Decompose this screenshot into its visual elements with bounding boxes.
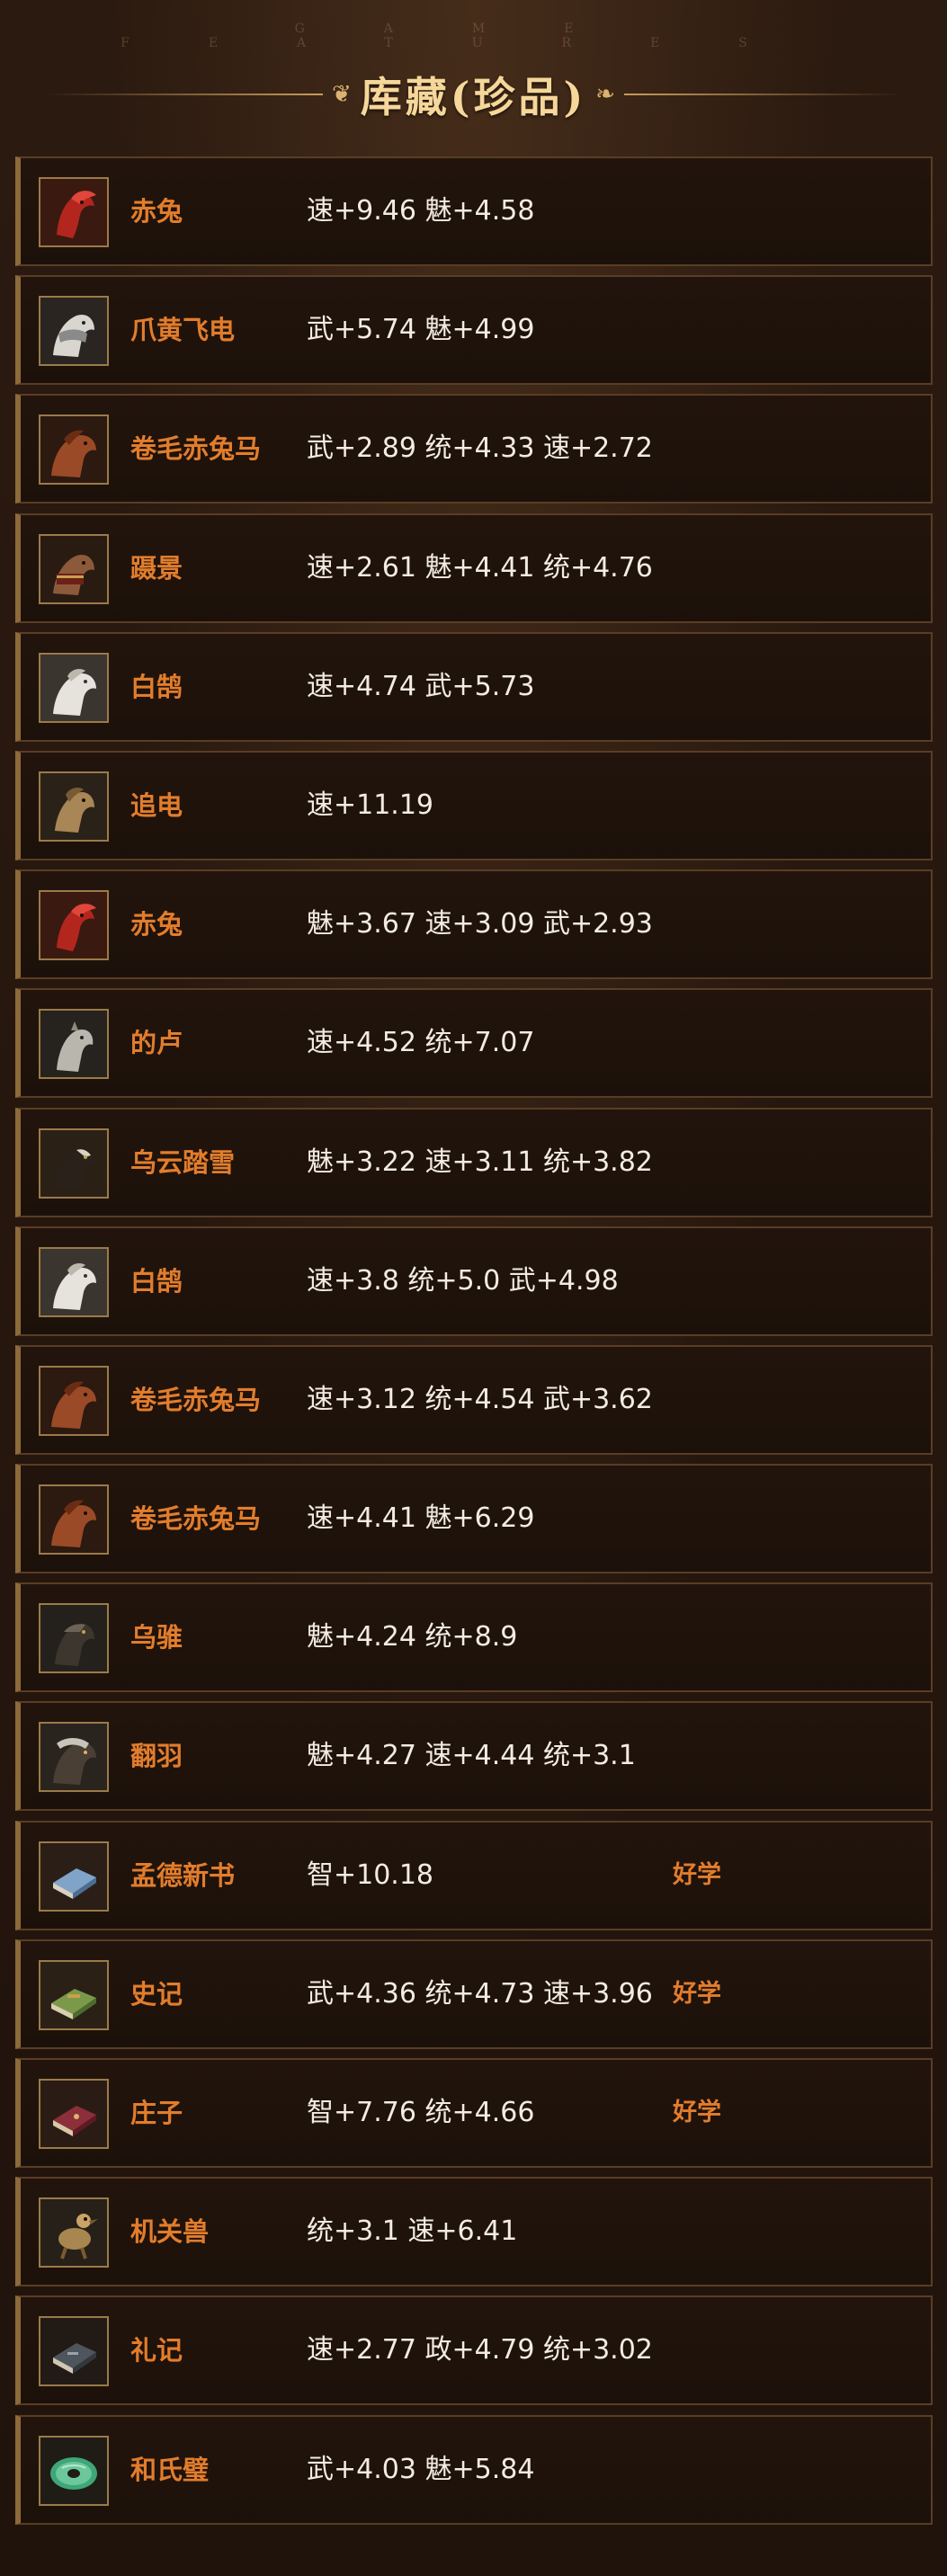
bronze-horse-icon [39, 771, 109, 842]
curly-red-horse-icon [39, 1365, 109, 1436]
white-armored-horse-icon [39, 296, 109, 367]
treasure-row[interactable]: 蹑景 速+2.61 魅+4.41 统+4.76 [15, 513, 933, 623]
treasure-tag: 好学 [673, 1860, 721, 1889]
red-hare-horse-icon [39, 177, 109, 247]
white-horse-icon [39, 652, 109, 723]
treasure-name: 赤兔 [130, 196, 183, 227]
treasure-name: 卷毛赤兔马 [130, 433, 262, 465]
page-title: 库藏(珍品) [360, 73, 587, 121]
treasure-row[interactable]: 和氏璧 武+4.03 魅+5.84 [15, 2414, 933, 2525]
treasure-name: 乌云踏雪 [130, 1146, 236, 1178]
treasure-row[interactable]: 白鹄 速+4.74 武+5.73 [15, 631, 933, 742]
treasure-name: 白鹄 [130, 671, 183, 702]
treasure-name: 追电 [130, 789, 183, 821]
mechanical-beast-icon [39, 2197, 109, 2268]
treasure-tag: 好学 [673, 1979, 721, 2008]
treasure-stats: 速+4.74 武+5.73 [307, 670, 535, 702]
jade-disc-icon [39, 2435, 109, 2506]
book-icon [39, 1841, 109, 1912]
treasure-row[interactable]: 白鹄 速+3.8 统+5.0 武+4.98 [15, 1226, 933, 1336]
treasure-stats: 统+3.1 速+6.41 [307, 2215, 518, 2248]
treasure-stats: 智+10.18 [307, 1858, 434, 1891]
treasure-row[interactable]: 庄子 智+7.76 统+4.66 好学 [15, 2058, 933, 2168]
treasure-name: 赤兔 [130, 909, 183, 940]
treasure-name: 卷毛赤兔马 [130, 1503, 262, 1535]
treasure-row[interactable]: 卷毛赤兔马 速+4.41 魅+6.29 [15, 1464, 933, 1574]
treasure-row[interactable]: 的卢 速+4.52 统+7.07 [15, 988, 933, 1099]
treasure-name: 史记 [130, 1978, 183, 2010]
treasure-stats: 武+2.89 统+4.33 速+2.72 [307, 432, 653, 465]
treasure-name: 白鹄 [130, 1265, 183, 1297]
dark-horse-icon [39, 1603, 109, 1674]
treasure-row[interactable]: 机关兽 统+3.1 速+6.41 [15, 2177, 933, 2287]
treasure-stats: 速+9.46 魅+4.58 [307, 195, 535, 227]
treasure-row[interactable]: 追电 速+11.19 [15, 750, 933, 860]
treasure-stats: 速+4.52 统+7.07 [307, 1027, 535, 1059]
treasure-row[interactable]: 孟德新书 智+10.18 好学 [15, 1820, 933, 1930]
dark-book-icon [39, 2316, 109, 2387]
treasure-name: 爪黄飞电 [130, 315, 236, 346]
title-left-line [43, 94, 323, 95]
treasure-row[interactable]: 翻羽 魅+4.27 速+4.44 统+3.1 [15, 1701, 933, 1812]
page-header: GAME FEATURES ❦ 库藏(珍品) ❧ [0, 0, 947, 153]
scroll-book-icon [39, 1959, 109, 2030]
left-ornament-icon: ❦ [331, 81, 352, 108]
treasure-stats: 速+3.8 统+5.0 武+4.98 [307, 1264, 619, 1297]
treasure-stats: 速+2.77 政+4.79 统+3.02 [307, 2334, 653, 2367]
right-ornament-icon: ❧ [595, 81, 616, 108]
header-subtitle: GAME FEATURES [121, 22, 826, 50]
treasure-name: 蹑景 [130, 552, 183, 584]
treasure-row[interactable]: 卷毛赤兔马 速+3.12 统+4.54 武+3.62 [15, 1344, 933, 1455]
treasure-row[interactable]: 乌云踏雪 魅+3.22 速+3.11 统+3.82 [15, 1107, 933, 1217]
treasure-row[interactable]: 赤兔 魅+3.67 速+3.09 武+2.93 [15, 869, 933, 980]
treasure-name: 卷毛赤兔马 [130, 1384, 262, 1415]
treasure-list: 赤兔 速+9.46 魅+4.58 爪黄飞电 武+5.74 魅+4.99 卷毛赤兔马 武+2… [15, 156, 933, 2534]
black-horse-icon [39, 1128, 109, 1199]
treasure-name: 和氏璧 [130, 2454, 210, 2485]
treasure-name: 翻羽 [130, 1741, 183, 1772]
treasure-name: 机关兽 [130, 2216, 210, 2248]
treasure-stats: 智+7.76 统+4.66 [307, 2097, 535, 2128]
treasure-stats: 魅+3.22 速+3.11 统+3.82 [307, 1145, 653, 1178]
treasure-tag: 好学 [673, 2099, 721, 2126]
treasure-name: 庄子 [130, 2098, 183, 2128]
treasure-name: 礼记 [130, 2335, 183, 2367]
red-hare-horse-icon [39, 890, 109, 961]
treasure-row[interactable]: 礼记 速+2.77 政+4.79 统+3.02 [15, 2295, 933, 2406]
armored-dark-horse-icon [39, 1722, 109, 1793]
treasure-row[interactable]: 乌骓 魅+4.24 统+8.9 [15, 1582, 933, 1693]
white-horse-icon [39, 1246, 109, 1317]
treasure-name: 孟德新书 [130, 1859, 236, 1891]
treasure-stats: 速+3.12 统+4.54 武+3.62 [307, 1383, 653, 1415]
treasure-stats: 武+4.36 统+4.73 速+3.96 [307, 1977, 653, 2010]
curly-red-horse-icon [39, 414, 109, 486]
treasure-stats: 武+5.74 魅+4.99 [307, 314, 535, 346]
treasure-name: 的卢 [130, 1028, 183, 1059]
treasure-row[interactable]: 爪黄飞电 武+5.74 魅+4.99 [15, 275, 933, 386]
saddled-brown-horse-icon [39, 533, 109, 604]
treasure-stats: 魅+3.67 速+3.09 武+2.93 [307, 908, 653, 940]
treasure-stats: 魅+4.27 速+4.44 统+3.1 [307, 1740, 636, 1772]
grey-horse-icon [39, 1009, 109, 1080]
red-book-icon [39, 2079, 109, 2149]
treasure-stats: 武+4.03 魅+5.84 [307, 2453, 535, 2485]
treasure-stats: 魅+4.24 统+8.9 [307, 1621, 518, 1653]
title-banner: ❦ 库藏(珍品) ❧ [0, 63, 947, 126]
treasure-stats: 速+2.61 魅+4.41 统+4.76 [307, 551, 653, 584]
treasure-stats: 速+11.19 [307, 789, 434, 821]
curly-red-horse-icon [39, 1484, 109, 1555]
treasure-stats: 速+4.41 魅+6.29 [307, 1502, 535, 1535]
treasure-row[interactable]: 卷毛赤兔马 武+2.89 统+4.33 速+2.72 [15, 394, 933, 504]
treasure-name: 乌骓 [130, 1622, 183, 1653]
treasure-row[interactable]: 赤兔 速+9.46 魅+4.58 [15, 156, 933, 266]
treasure-row[interactable]: 史记 武+4.36 统+4.73 速+3.96 好学 [15, 1939, 933, 2049]
title-right-line [624, 94, 904, 95]
